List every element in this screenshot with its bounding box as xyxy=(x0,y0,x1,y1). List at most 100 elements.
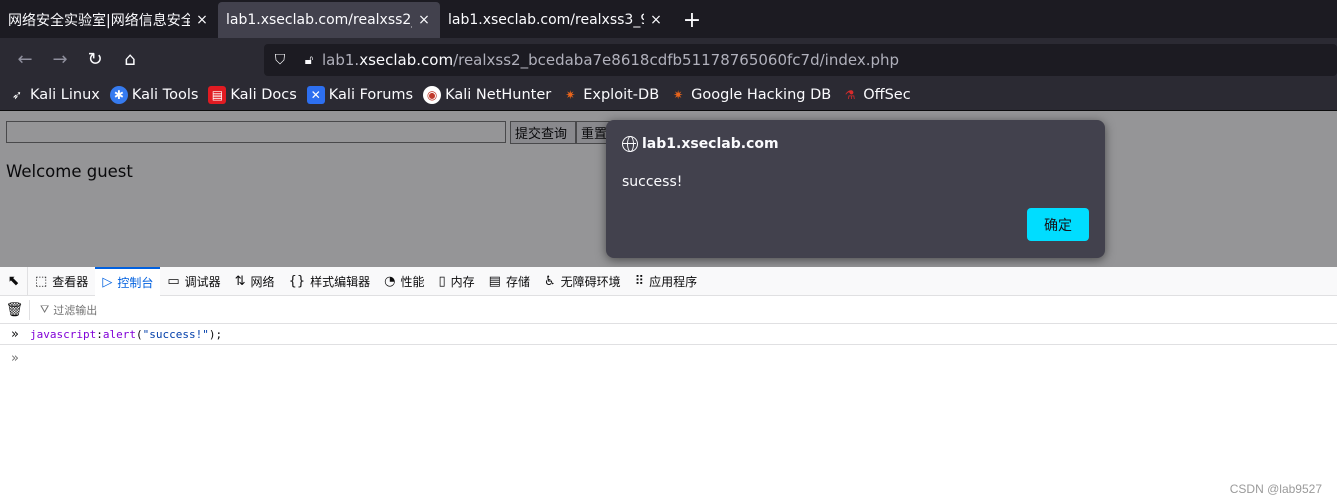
tab-title: lab1.xseclab.com/realxss3_9b xyxy=(448,12,644,28)
bookmark-label: Kali Docs xyxy=(230,87,297,103)
close-tab-icon[interactable]: × xyxy=(648,12,664,28)
bookmark-label: Kali Linux xyxy=(30,87,100,103)
bookmark-label: Kali Forums xyxy=(328,87,414,103)
tab-debugger[interactable]: ▭ 调试器 xyxy=(160,267,227,296)
performance-icon: ◔ xyxy=(384,273,396,289)
funnel-icon: ⛛ xyxy=(40,302,50,316)
bookmark-label: Exploit-DB xyxy=(583,87,660,103)
code-token: "success!" xyxy=(142,327,209,341)
application-icon: ⠿ xyxy=(634,273,645,289)
tab-label: 样式编辑器 xyxy=(310,274,371,289)
reload-button[interactable]: ↻ xyxy=(78,43,112,75)
ghdb-icon: ✷ xyxy=(673,88,684,102)
console-input[interactable]: » xyxy=(0,347,1337,369)
nethunter-icon: ◉ xyxy=(423,86,442,104)
code-token: javascript xyxy=(30,327,97,341)
bookmark-kali-linux[interactable]: ➶ Kali Linux xyxy=(8,86,100,104)
debugger-icon: ▭ xyxy=(167,273,180,289)
bookmark-kali-nethunter[interactable]: ◉ Kali NetHunter xyxy=(423,86,551,104)
dialog-header: lab1.xseclab.com xyxy=(622,136,779,152)
bookmark-offsec[interactable]: ⚗ OffSec xyxy=(841,86,911,104)
dialog-message: success! xyxy=(622,174,683,190)
network-icon: ⇅ xyxy=(234,273,246,289)
url-text: lab1.xseclab.com/realxss2_bcedaba7e8618c… xyxy=(322,51,899,69)
watermark: CSDN @lab9527 xyxy=(1229,482,1322,496)
tab-performance[interactable]: ◔ 性能 xyxy=(377,267,431,296)
url-domain-prefix: lab1. xyxy=(322,51,360,69)
tab-network[interactable]: ⇅ 网络 xyxy=(228,267,282,296)
bookmarks-bar: ➶ Kali Linux ✱ Kali Tools ▤ Kali Docs ✕ Kali… xyxy=(0,80,1337,111)
code-token: : xyxy=(96,327,103,341)
kali-tools-icon: ✱ xyxy=(109,86,128,104)
bookmark-kali-tools[interactable]: ✱ Kali Tools xyxy=(109,86,199,104)
close-tab-icon[interactable]: × xyxy=(194,12,210,28)
tab-bar: 网络安全实验室|网络信息安全 × lab1.xseclab.com/realxs… xyxy=(0,0,1337,38)
bookmark-label: Kali Tools xyxy=(131,87,199,103)
devtools-toolbar: ⬉ ⬚ 查看器 ▷ 控制台 ▭ 调试器 ⇅ 网络 {} 样式编辑器 ◔ 性能 ▯ 内存 ▤ 存储… xyxy=(0,266,1337,296)
bookmark-kali-docs[interactable]: ▤ Kali Docs xyxy=(208,86,297,104)
tab-label: 控制台 xyxy=(117,275,154,290)
dialog-origin: lab1.xseclab.com xyxy=(642,136,779,152)
browser-tab-2[interactable]: lab1.xseclab.com/realxss2_bc × xyxy=(218,2,440,38)
tab-memory[interactable]: ▯ 内存 xyxy=(431,267,481,296)
bookmark-label: Kali NetHunter xyxy=(445,87,552,103)
tab-title: lab1.xseclab.com/realxss2_bc xyxy=(226,12,412,28)
bookmark-ghdb[interactable]: ✷ Google Hacking DB xyxy=(669,86,831,104)
bookmark-kali-forums[interactable]: ✕ Kali Forums xyxy=(306,86,414,104)
forward-button[interactable]: → xyxy=(43,43,77,75)
console-icon: ▷ xyxy=(102,274,113,290)
chevron-right-icon: » xyxy=(11,350,19,366)
tab-console[interactable]: ▷ 控制台 xyxy=(95,266,161,296)
tab-label: 调试器 xyxy=(184,274,221,289)
browser-tab-1[interactable]: 网络安全实验室|网络信息安全 × xyxy=(0,2,218,38)
exploit-db-icon: ✷ xyxy=(565,88,576,102)
chevron-right-icon: » xyxy=(11,326,19,342)
inspector-icon: ⬚ xyxy=(35,273,48,289)
console-entry: » javascript: alert("success!"); xyxy=(0,324,1337,345)
globe-icon xyxy=(622,136,638,152)
code-token: ); xyxy=(208,327,223,341)
storage-icon: ▤ xyxy=(488,273,501,289)
dialog-ok-button[interactable]: 确定 xyxy=(1027,208,1089,241)
bookmark-exploit-db[interactable]: ✷ Exploit-DB xyxy=(561,86,659,104)
trash-icon[interactable]: 🗑︎ xyxy=(0,299,30,320)
tab-storage[interactable]: ▤ 存储 xyxy=(482,267,537,296)
tab-label: 无障碍环境 xyxy=(560,274,621,289)
tab-label: 内存 xyxy=(450,274,475,289)
alert-dialog: lab1.xseclab.com success! 确定 xyxy=(606,120,1105,258)
tab-application[interactable]: ⠿ 应用程序 xyxy=(628,267,705,296)
tab-accessibility[interactable]: ♿ 无障碍环境 xyxy=(537,267,628,296)
offsec-icon: ⚗ xyxy=(844,88,856,102)
navigation-bar: ← → ↻ ⌂ ⛉ 🔓︎ lab1.xseclab.com/realxss2_b… xyxy=(0,38,1337,80)
home-button[interactable]: ⌂ xyxy=(113,43,147,75)
accessibility-icon: ♿ xyxy=(543,273,556,289)
kali-docs-icon: ▤ xyxy=(208,86,227,104)
url-domain: xseclab.com xyxy=(359,51,454,69)
console-filter-bar: 🗑︎ ⛛ 过滤输出 xyxy=(0,296,1337,324)
code-token: ( xyxy=(135,327,143,341)
close-tab-icon[interactable]: × xyxy=(416,12,432,28)
browser-tab-3[interactable]: lab1.xseclab.com/realxss3_9b × xyxy=(440,2,672,38)
code-token: alert xyxy=(102,327,136,341)
tracking-protection-icon[interactable]: ⛉ xyxy=(264,52,296,68)
memory-icon: ▯ xyxy=(438,273,446,289)
tab-title: 网络安全实验室|网络信息安全 xyxy=(8,13,190,29)
bookmark-label: Google Hacking DB xyxy=(691,87,832,103)
new-tab-button[interactable]: + xyxy=(672,2,712,38)
element-picker-icon[interactable]: ⬉ xyxy=(0,266,28,296)
tab-label: 查看器 xyxy=(52,274,89,289)
tab-label: 网络 xyxy=(250,274,275,289)
devtools-panel: ⬉ ⬚ 查看器 ▷ 控制台 ▭ 调试器 ⇅ 网络 {} 样式编辑器 ◔ 性能 ▯ 内存 ▤ 存储… xyxy=(0,266,1337,504)
kali-forums-icon: ✕ xyxy=(306,86,325,104)
kali-dragon-icon: ➶ xyxy=(11,88,23,102)
tab-label: 性能 xyxy=(400,274,425,289)
back-button[interactable]: ← xyxy=(8,43,42,75)
url-bar[interactable]: ⛉ 🔓︎ lab1.xseclab.com/realxss2_bcedaba7e… xyxy=(264,44,1337,76)
style-editor-icon: {} xyxy=(288,273,306,289)
tab-label: 应用程序 xyxy=(649,274,698,289)
url-path: /realxss2_bcedaba7e8618cdfb51178765060fc… xyxy=(453,51,900,69)
filter-output-input[interactable]: 过滤输出 xyxy=(53,302,97,318)
tab-inspector[interactable]: ⬚ 查看器 xyxy=(28,267,95,296)
insecure-lock-icon[interactable]: 🔓︎ xyxy=(296,53,322,68)
tab-style-editor[interactable]: {} 样式编辑器 xyxy=(282,267,378,296)
